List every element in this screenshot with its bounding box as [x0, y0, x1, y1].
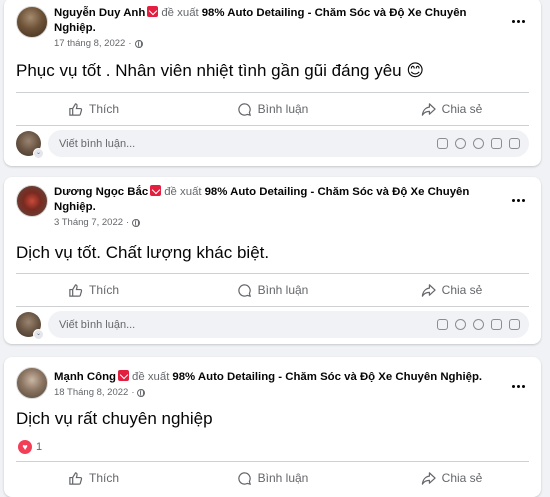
post-date[interactable]: 17 tháng 8, 2022: [54, 37, 125, 52]
sticker-alt-icon[interactable]: [509, 319, 520, 330]
comment-placeholder: Viết bình luận...: [59, 137, 136, 150]
comment-button[interactable]: Bình luận: [183, 93, 362, 125]
review-card: Dương Ngọc Bắc đề xuất 98% Auto Detailing …: [4, 177, 541, 344]
recommend-icon: [150, 185, 162, 196]
recommend-icon: [147, 6, 159, 17]
share-icon: [421, 471, 436, 485]
globe-icon: [134, 39, 143, 48]
like-button[interactable]: Thích: [4, 274, 183, 306]
post-meta: 18 Tháng 8, 2022 ·: [54, 386, 494, 401]
post-date[interactable]: 3 Tháng 7, 2022: [54, 216, 123, 231]
comment-icon: [237, 471, 251, 485]
like-label: Thích: [88, 102, 119, 116]
chevron-down-icon[interactable]: ⌄: [33, 329, 44, 340]
avatar[interactable]: [16, 185, 48, 217]
like-label: Thích: [88, 283, 119, 297]
comment-button[interactable]: Bình luận: [183, 462, 362, 494]
like-button[interactable]: Thích: [4, 462, 183, 494]
recommend-label: đề xuất: [164, 186, 202, 198]
more-icon[interactable]: [505, 14, 531, 28]
divider: [16, 306, 529, 307]
recommend-label: đề xuất: [161, 7, 199, 19]
comment-label: Bình luận: [257, 471, 309, 485]
post-date[interactable]: 18 Tháng 8, 2022: [54, 386, 128, 401]
more-icon[interactable]: [505, 379, 531, 393]
post-header-text: Mạnh Công đề xuất 98% Auto Detailing - Chă…: [54, 370, 494, 401]
like-icon: [69, 471, 83, 485]
like-label: Thích: [88, 471, 119, 485]
post-meta: 3 Tháng 7, 2022 ·: [54, 216, 494, 231]
author-name[interactable]: Nguyễn Duy Anh: [54, 7, 145, 19]
comment-placeholder: Viết bình luận...: [59, 318, 136, 331]
gif-icon[interactable]: [491, 319, 502, 330]
share-label: Chia sẻ: [441, 102, 483, 116]
share-icon: [421, 283, 436, 297]
heart-icon: ♥: [18, 440, 32, 454]
comment-tools: [437, 138, 520, 149]
comment-input[interactable]: Viết bình luận...: [48, 311, 529, 338]
post-meta: 17 tháng 8, 2022 ·: [54, 37, 494, 52]
action-bar: Thích Bình luận Chia sẻ: [4, 274, 541, 306]
recommend-label: đề xuất: [132, 371, 170, 383]
comment-label: Bình luận: [257, 102, 309, 116]
share-label: Chia sẻ: [441, 283, 483, 297]
meta-separator: ·: [131, 386, 135, 398]
post-header-text: Nguyễn Duy Anh đề xuất 98% Auto Detailing …: [54, 6, 494, 51]
emoji-icon[interactable]: [455, 319, 466, 330]
action-bar: Thích Bình luận Chia sẻ: [4, 462, 541, 494]
post-header: Nguyễn Duy Anh đề xuất 98% Auto Detailing …: [16, 6, 541, 61]
avatar[interactable]: [16, 367, 48, 399]
like-icon: [69, 283, 83, 297]
globe-icon: [137, 389, 146, 398]
author-name[interactable]: Dương Ngọc Bắc: [54, 186, 148, 198]
chevron-down-icon[interactable]: ⌄: [33, 148, 44, 159]
recommend-icon: [118, 370, 130, 381]
meta-separator: ·: [128, 37, 132, 49]
comment-icon: [237, 102, 251, 116]
review-text: Dịch vụ rất chuyên nghiệp: [16, 409, 213, 428]
share-button[interactable]: Chia sẻ: [362, 462, 541, 494]
emoji-icon[interactable]: [455, 138, 466, 149]
avatar[interactable]: [16, 6, 48, 38]
comment-tools: [437, 319, 520, 330]
camera-icon[interactable]: [473, 138, 484, 149]
author-name[interactable]: Mạnh Công: [54, 371, 116, 383]
sticker-icon[interactable]: [437, 138, 448, 149]
comment-row: ⌄ Viết bình luận...: [16, 129, 529, 161]
comment-label: Bình luận: [257, 283, 309, 297]
action-bar: Thích Bình luận Chia sẻ: [4, 93, 541, 125]
camera-icon[interactable]: [473, 319, 484, 330]
share-button[interactable]: Chia sẻ: [362, 93, 541, 125]
reaction-count: 1: [36, 441, 43, 453]
review-card: Nguyễn Duy Anh đề xuất 98% Auto Detailing …: [4, 0, 541, 166]
comment-row: ⌄ Viết bình luận...: [16, 310, 529, 342]
like-icon: [69, 102, 83, 116]
sticker-alt-icon[interactable]: [509, 138, 520, 149]
gif-icon[interactable]: [491, 138, 502, 149]
divider: [16, 125, 529, 126]
review-text: Phục vụ tốt . Nhân viên nhiệt tình gần g…: [16, 61, 425, 80]
review-card: Mạnh Công đề xuất 98% Auto Detailing - Chă…: [4, 357, 541, 497]
comment-icon: [237, 283, 251, 297]
share-icon: [421, 102, 436, 116]
sticker-icon[interactable]: [437, 319, 448, 330]
review-text: Dịch vụ tốt. Chất lượng khác biệt.: [16, 243, 270, 262]
like-button[interactable]: Thích: [4, 93, 183, 125]
post-header: Dương Ngọc Bắc đề xuất 98% Auto Detailing …: [16, 185, 541, 240]
share-button[interactable]: Chia sẻ: [362, 274, 541, 306]
comment-button[interactable]: Bình luận: [183, 274, 362, 306]
share-label: Chia sẻ: [441, 471, 483, 485]
comment-input[interactable]: Viết bình luận...: [48, 130, 529, 157]
more-icon[interactable]: [505, 193, 531, 207]
post-header-text: Dương Ngọc Bắc đề xuất 98% Auto Detailing …: [54, 185, 494, 230]
globe-icon: [132, 218, 141, 227]
reaction-summary[interactable]: ♥ 1: [18, 440, 42, 454]
meta-separator: ·: [126, 216, 130, 228]
page-name[interactable]: 98% Auto Detailing - Chăm Sóc và Độ Xe C…: [172, 371, 482, 383]
